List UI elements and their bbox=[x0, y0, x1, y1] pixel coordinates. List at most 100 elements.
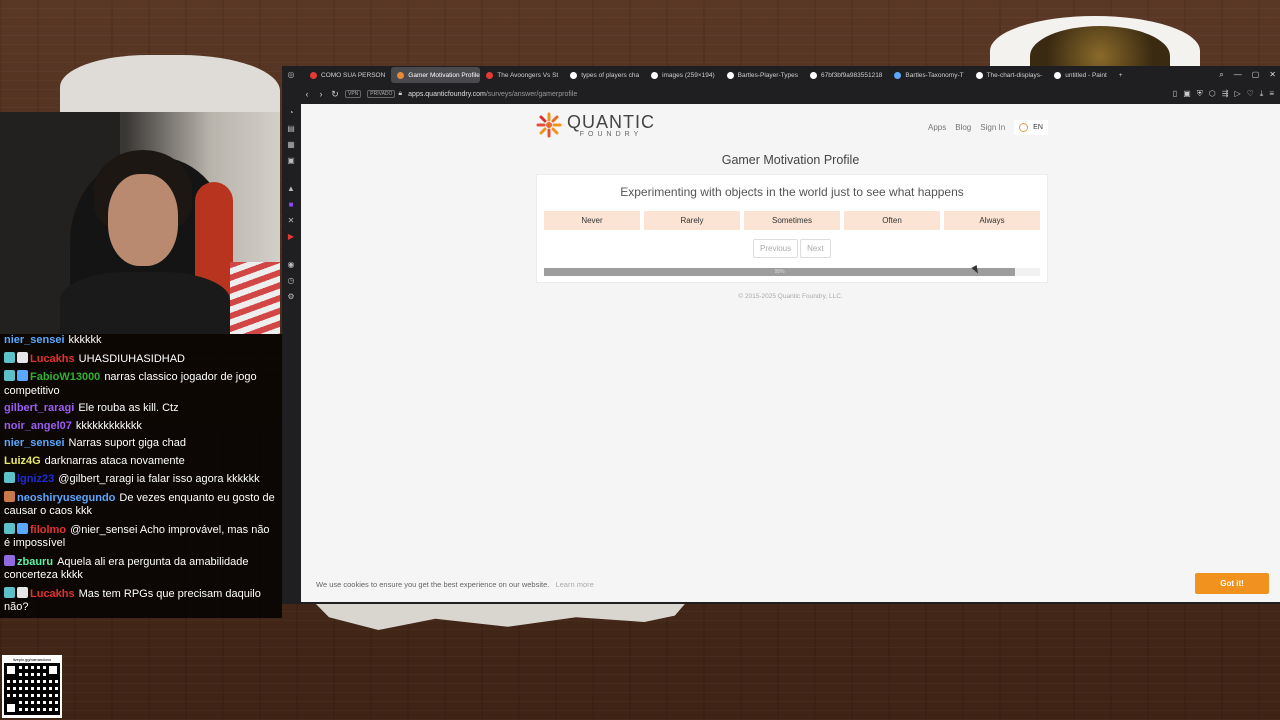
progress-fill: 95% bbox=[544, 268, 1016, 276]
nav-apps-link[interactable]: Apps bbox=[928, 123, 946, 132]
answer-often-button[interactable]: Often bbox=[844, 211, 940, 230]
wallet-icon[interactable]: ▦ bbox=[286, 140, 296, 150]
previous-button[interactable]: Previous bbox=[753, 239, 799, 258]
shield-icon[interactable]: ⛨ bbox=[1197, 89, 1203, 99]
clock-icon[interactable]: ◷ bbox=[286, 276, 296, 286]
next-button[interactable]: Next bbox=[800, 239, 831, 258]
chat-username[interactable]: Luiz4G bbox=[4, 455, 41, 467]
chat-message: nier_sensei kkkkkk bbox=[4, 334, 278, 348]
chat-badge-icon bbox=[4, 370, 15, 381]
browser-tab[interactable]: COMO SUA PERSON bbox=[304, 67, 391, 83]
tab-favicon-icon bbox=[809, 71, 817, 79]
aria-icon[interactable]: ▲ bbox=[286, 184, 296, 194]
download-icon[interactable]: ⤓ bbox=[1260, 89, 1264, 99]
progress-label: 95% bbox=[774, 269, 785, 275]
progress-bar: 95% bbox=[544, 268, 1040, 276]
maximize-icon[interactable]: ▢ bbox=[1252, 70, 1260, 80]
youtube-icon[interactable]: ▶ bbox=[286, 232, 296, 242]
twitch-icon[interactable]: ■ bbox=[286, 200, 296, 210]
cookie-learn-more-link[interactable]: Learn more bbox=[555, 580, 593, 589]
language-label: EN bbox=[1033, 124, 1043, 131]
nav-signin-link[interactable]: Sign In bbox=[980, 123, 1005, 132]
new-tab-button[interactable]: + bbox=[1113, 67, 1129, 83]
browser-tab[interactable]: The Avoongers Vs St bbox=[480, 67, 564, 83]
tab-label: Bartles-Player-Types bbox=[737, 71, 798, 79]
cookie-accept-button[interactable]: Got it! bbox=[1195, 573, 1269, 594]
player-icon[interactable]: ◉ bbox=[286, 260, 296, 270]
heart-icon[interactable]: ♡ bbox=[1247, 89, 1254, 99]
cookie-banner: We use cookies to ensure you get the bes… bbox=[301, 566, 1280, 602]
chat-badge-icon bbox=[4, 472, 15, 483]
tab-favicon-icon bbox=[726, 71, 734, 79]
minimize-icon[interactable]: — bbox=[1234, 70, 1242, 80]
answer-sometimes-button[interactable]: Sometimes bbox=[744, 211, 840, 230]
x-icon[interactable]: ✕ bbox=[286, 216, 296, 226]
donation-qr-code: livepix.gg/narrandono bbox=[2, 655, 62, 718]
globe-icon bbox=[1019, 123, 1029, 132]
browser-menu-icon[interactable]: ◎ bbox=[286, 70, 296, 80]
browser-sidebar: ◔ ▤ ▦ ▣ ▲ ■ ✕ ▶ ◉ ◷ ⚙ bbox=[282, 104, 300, 604]
browser-tab[interactable]: types of players cha bbox=[564, 67, 645, 83]
answer-rarely-button[interactable]: Rarely bbox=[644, 211, 740, 230]
chat-text: @gilbert_raragi ia falar isso agora kkkk… bbox=[58, 473, 260, 485]
chat-username[interactable]: lgniz23 bbox=[17, 473, 54, 485]
chat-badge-icon bbox=[4, 351, 15, 363]
browser-tab[interactable]: Bartles-Player-Types bbox=[721, 67, 804, 83]
shop-icon[interactable]: ▤ bbox=[286, 124, 296, 134]
menu-icon[interactable]: ≡ bbox=[1269, 89, 1274, 99]
nav-blog-link[interactable]: Blog bbox=[955, 123, 971, 132]
browser-tab[interactable]: Gamer Motivation Profile bbox=[391, 67, 481, 83]
page-viewport: QUANTIC FOUNDRY Apps Blog Sign In EN Gam… bbox=[301, 104, 1280, 602]
tab-favicon-icon bbox=[651, 71, 659, 79]
back-icon[interactable]: ‹ bbox=[300, 89, 314, 99]
lock-icon[interactable]: 🔒︎ bbox=[398, 90, 402, 98]
private-badge: PRIVADO bbox=[367, 90, 396, 98]
chat-text: kkkkkkkkkkkk bbox=[75, 419, 142, 432]
answer-never-button[interactable]: Never bbox=[544, 211, 640, 230]
browser-tab[interactable]: 67bf3bf9a983551218 bbox=[804, 67, 888, 83]
chat-text: kkkkkk bbox=[68, 334, 102, 346]
url-field[interactable]: apps.quanticfoundry.com/surveys/answer/g… bbox=[408, 91, 577, 98]
quantic-foundry-logo[interactable]: QUANTIC FOUNDRY bbox=[536, 112, 655, 138]
language-selector[interactable]: EN bbox=[1014, 120, 1048, 135]
browser-tab[interactable]: The-chart-displays- bbox=[970, 67, 1049, 83]
tab-favicon-icon bbox=[1054, 71, 1062, 79]
chat-username[interactable]: zbauru bbox=[17, 556, 53, 568]
play-icon[interactable]: ▷ bbox=[1234, 89, 1240, 99]
chat-message: nier_sensei Narras suport giga chad bbox=[4, 437, 278, 451]
browser-tab[interactable]: Bartles-Taxonomy-T bbox=[888, 67, 969, 83]
chat-username[interactable]: neoshiryusegundo bbox=[17, 492, 115, 504]
settings-icon[interactable]: ⚙ bbox=[286, 292, 296, 302]
tab-label: COMO SUA PERSON bbox=[321, 71, 386, 79]
tv-icon[interactable]: ▣ bbox=[286, 156, 296, 166]
vpn-icon[interactable]: ⇶ bbox=[1222, 89, 1229, 99]
reload-icon[interactable]: ↻ bbox=[328, 89, 342, 100]
extension-icon[interactable]: ⬡ bbox=[1209, 89, 1216, 99]
tab-label: The Avoongers Vs St bbox=[497, 71, 559, 79]
chat-username[interactable]: noir_angel07 bbox=[4, 420, 72, 432]
close-window-icon[interactable]: ✕ bbox=[1269, 70, 1276, 80]
chat-username[interactable]: Lucakhs bbox=[30, 588, 75, 600]
pager: Previous Next bbox=[753, 239, 831, 258]
history-icon[interactable]: ◔ bbox=[286, 108, 296, 118]
browser-window: ◎ COMO SUA PERSON Gamer Motivation Profil… bbox=[282, 66, 1280, 604]
forward-icon[interactable]: › bbox=[314, 89, 328, 99]
bookmark-icon[interactable]: ▯ bbox=[1173, 89, 1177, 99]
chat-username[interactable]: gilbert_raragi bbox=[4, 402, 74, 414]
vpn-badge[interactable]: VPN bbox=[345, 90, 362, 98]
tab-favicon-icon bbox=[397, 71, 405, 79]
page-title: Gamer Motivation Profile bbox=[721, 153, 860, 167]
chat-username[interactable]: Lucakhs bbox=[30, 353, 75, 365]
chat-username[interactable]: nier_sensei bbox=[4, 334, 65, 346]
browser-tab[interactable]: images (259×194) bbox=[645, 67, 721, 83]
chat-username[interactable]: FabioW13000 bbox=[30, 371, 100, 383]
snapshot-icon[interactable]: ▣ bbox=[1183, 89, 1191, 99]
answer-always-button[interactable]: Always bbox=[944, 211, 1040, 230]
tab-label: images (259×194) bbox=[662, 71, 715, 79]
tab-favicon-icon bbox=[570, 71, 578, 79]
chat-username[interactable]: filolmo bbox=[30, 524, 66, 536]
browser-tab[interactable]: untitled - Paint bbox=[1048, 67, 1113, 83]
tab-label: The-chart-displays- bbox=[986, 71, 1043, 79]
chat-username[interactable]: nier_sensei bbox=[4, 437, 65, 449]
search-tabs-icon[interactable]: ⌕ bbox=[1219, 70, 1223, 80]
